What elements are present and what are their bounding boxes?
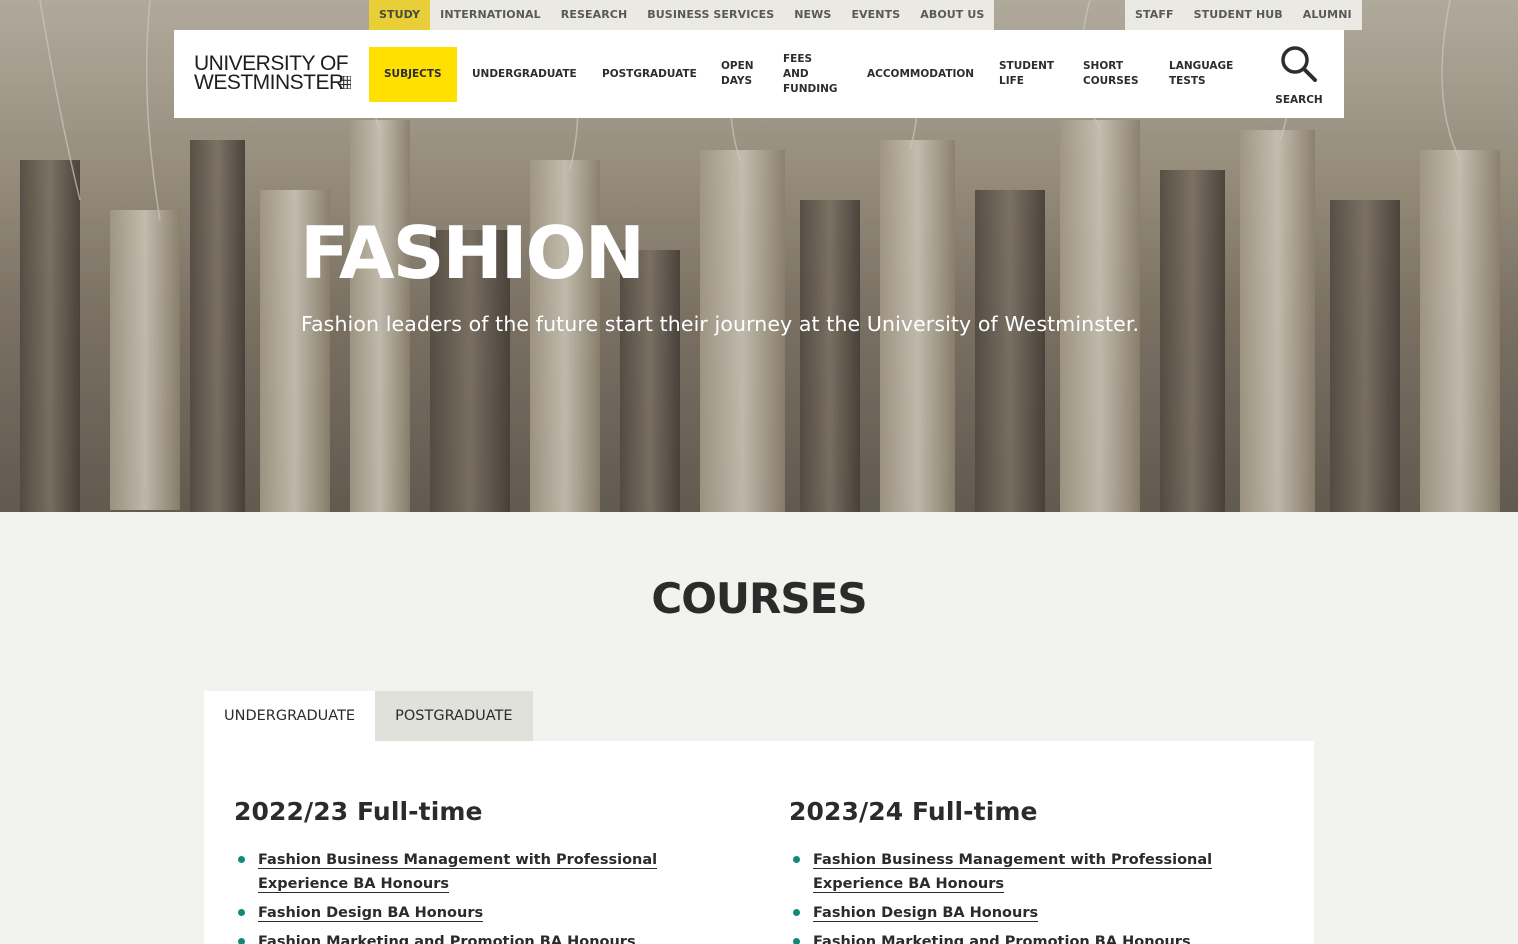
page-title: FASHION: [300, 211, 645, 295]
utility-link-about-us[interactable]: ABOUT US: [910, 0, 994, 30]
utility-link-business-services[interactable]: BUSINESS SERVICES: [637, 0, 784, 30]
nav-accommodation[interactable]: ACCOMMODATION: [867, 30, 974, 118]
main-navigation: UNIVERSITY OF WESTMINSTER SUBJECTS UNDER…: [174, 30, 1344, 118]
list-item: Fashion Marketing and Promotion BA Honou…: [234, 930, 734, 944]
bullet-icon: [238, 909, 245, 916]
search-button[interactable]: SEARCH: [1272, 44, 1326, 106]
search-label: SEARCH: [1275, 94, 1323, 106]
nav-postgraduate[interactable]: POSTGRADUATE: [602, 30, 697, 118]
course-column-heading: 2022/23 Full-time: [234, 797, 483, 826]
nav-fees-and-funding[interactable]: FEES AND FUNDING: [783, 30, 838, 118]
utility-nav-right: STAFF STUDENT HUB ALUMNI: [1125, 0, 1362, 30]
list-item: Fashion Business Management with Profess…: [789, 848, 1289, 896]
nav-undergraduate[interactable]: UNDERGRADUATE: [472, 30, 577, 118]
course-link[interactable]: Fashion Design BA Honours: [813, 905, 1039, 922]
bullet-icon: [238, 938, 245, 944]
nav-student-life[interactable]: STUDENT LIFE: [999, 30, 1054, 118]
courses-panel: 2022/23 Full-time Fashion Business Manag…: [204, 741, 1314, 944]
course-column-2022-23: 2022/23 Full-time Fashion Business Manag…: [234, 797, 734, 944]
page-subtitle: Fashion leaders of the future start thei…: [301, 312, 1140, 336]
utility-nav-left: STUDY INTERNATIONAL RESEARCH BUSINESS SE…: [369, 0, 995, 30]
bullet-icon: [793, 909, 800, 916]
list-item: Fashion Business Management with Profess…: [234, 848, 734, 896]
course-link[interactable]: Fashion Business Management with Profess…: [813, 852, 1213, 893]
bullet-icon: [793, 856, 800, 863]
bullet-icon: [793, 938, 800, 944]
course-link[interactable]: Fashion Design BA Honours: [258, 905, 484, 922]
course-link[interactable]: Fashion Marketing and Promotion BA Honou…: [258, 934, 636, 944]
utility-link-alumni[interactable]: ALUMNI: [1293, 0, 1362, 30]
list-item: Fashion Design BA Honours: [789, 901, 1289, 925]
bullet-icon: [238, 856, 245, 863]
course-list: Fashion Business Management with Profess…: [234, 848, 734, 944]
logo-building-icon: [340, 76, 351, 89]
utility-link-student-hub[interactable]: STUDENT HUB: [1184, 0, 1293, 30]
utility-link-international[interactable]: INTERNATIONAL: [430, 0, 551, 30]
course-level-tabs: UNDERGRADUATE POSTGRADUATE: [204, 691, 533, 741]
list-item: Fashion Marketing and Promotion BA Honou…: [789, 930, 1289, 944]
course-list: Fashion Business Management with Profess…: [789, 848, 1289, 944]
nav-short-courses[interactable]: SHORT COURSES: [1083, 30, 1139, 118]
utility-link-news[interactable]: NEWS: [784, 0, 841, 30]
course-column-2023-24: 2023/24 Full-time Fashion Business Manag…: [789, 797, 1289, 944]
course-column-heading: 2023/24 Full-time: [789, 797, 1038, 826]
university-logo[interactable]: UNIVERSITY OF WESTMINSTER: [194, 53, 352, 94]
nav-subjects[interactable]: SUBJECTS: [369, 47, 457, 102]
utility-link-staff[interactable]: STAFF: [1125, 0, 1184, 30]
nav-open-days[interactable]: OPEN DAYS: [721, 30, 754, 118]
course-link[interactable]: Fashion Marketing and Promotion BA Honou…: [813, 934, 1191, 944]
utility-link-study[interactable]: STUDY: [369, 0, 431, 30]
courses-heading: COURSES: [651, 574, 867, 623]
utility-link-research[interactable]: RESEARCH: [551, 0, 637, 30]
course-link[interactable]: Fashion Business Management with Profess…: [258, 852, 658, 893]
nav-language-tests[interactable]: LANGUAGE TESTS: [1169, 30, 1233, 118]
tab-postgraduate[interactable]: POSTGRADUATE: [375, 691, 533, 741]
utility-link-events[interactable]: EVENTS: [841, 0, 910, 30]
logo-line-2: WESTMINSTER: [194, 71, 344, 94]
search-icon: [1281, 46, 1317, 82]
list-item: Fashion Design BA Honours: [234, 901, 734, 925]
tab-undergraduate[interactable]: UNDERGRADUATE: [204, 691, 376, 741]
